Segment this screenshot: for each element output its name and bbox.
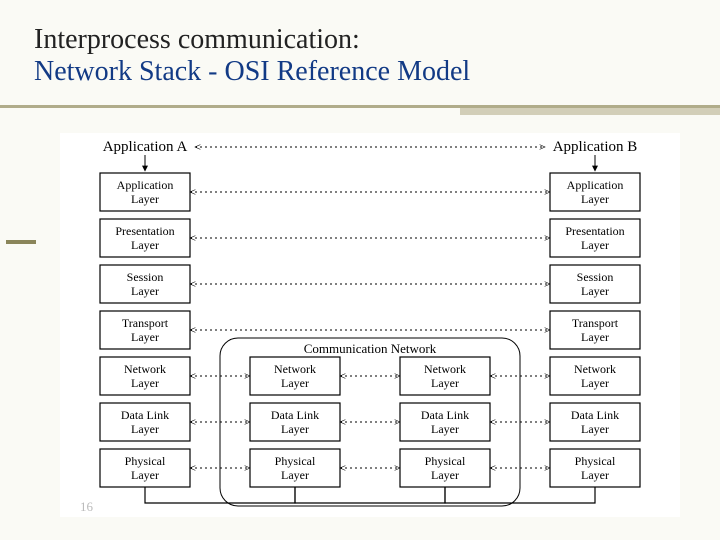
svg-text:Network: Network xyxy=(574,362,616,376)
svg-text:Layer: Layer xyxy=(581,238,609,252)
svg-text:Layer: Layer xyxy=(431,468,459,482)
right-stack: ApplicationLayer PresentationLayer Sessi… xyxy=(550,173,640,487)
svg-text:Physical: Physical xyxy=(275,454,316,468)
svg-text:Layer: Layer xyxy=(281,468,309,482)
svg-text:Data Link: Data Link xyxy=(271,408,319,422)
comm-network-label: Communication Network xyxy=(304,341,437,356)
left-stack: ApplicationLayer PresentationLayer Sessi… xyxy=(100,173,190,487)
svg-text:Network: Network xyxy=(424,362,466,376)
svg-text:Application: Application xyxy=(117,178,174,192)
svg-text:Layer: Layer xyxy=(581,376,609,390)
title-underline-shadow xyxy=(460,108,720,115)
svg-text:Presentation: Presentation xyxy=(115,224,174,238)
svg-text:Data Link: Data Link xyxy=(571,408,619,422)
svg-text:Layer: Layer xyxy=(281,376,309,390)
left-accent-bar xyxy=(6,240,36,244)
svg-text:Layer: Layer xyxy=(131,330,159,344)
endpoint-a-label: Application A xyxy=(103,139,188,155)
svg-text:Transport: Transport xyxy=(122,316,169,330)
title-line-1: Interprocess communication: xyxy=(34,24,674,56)
router-stack-2: NetworkLayer Data LinkLayer PhysicalLaye… xyxy=(400,357,490,487)
svg-text:Network: Network xyxy=(274,362,316,376)
svg-text:Network: Network xyxy=(124,362,166,376)
svg-text:Layer: Layer xyxy=(281,422,309,436)
svg-text:Physical: Physical xyxy=(575,454,616,468)
router-stack-1: NetworkLayer Data LinkLayer PhysicalLaye… xyxy=(250,357,340,487)
svg-text:Layer: Layer xyxy=(131,284,159,298)
page-number: 16 xyxy=(80,499,94,514)
svg-text:Application: Application xyxy=(567,178,624,192)
svg-text:Layer: Layer xyxy=(581,284,609,298)
osi-diagram: Application A Application B Communicatio… xyxy=(60,133,680,517)
svg-text:Layer: Layer xyxy=(131,468,159,482)
svg-text:Session: Session xyxy=(577,270,614,284)
svg-text:Layer: Layer xyxy=(131,238,159,252)
svg-text:Transport: Transport xyxy=(572,316,619,330)
peer-arrows-lower xyxy=(190,376,550,468)
svg-text:Layer: Layer xyxy=(431,376,459,390)
svg-text:Layer: Layer xyxy=(581,192,609,206)
title-line-2: Network Stack - OSI Reference Model xyxy=(34,56,674,88)
svg-text:Layer: Layer xyxy=(131,376,159,390)
endpoint-b-label: Application B xyxy=(553,139,638,155)
svg-text:Layer: Layer xyxy=(581,468,609,482)
svg-text:Physical: Physical xyxy=(125,454,166,468)
svg-text:Data Link: Data Link xyxy=(421,408,469,422)
svg-text:Layer: Layer xyxy=(581,422,609,436)
svg-text:Presentation: Presentation xyxy=(565,224,624,238)
svg-text:Layer: Layer xyxy=(431,422,459,436)
peer-arrows-upper xyxy=(190,192,550,330)
svg-text:Data Link: Data Link xyxy=(121,408,169,422)
svg-text:Layer: Layer xyxy=(131,192,159,206)
slide-title: Interprocess communication: Network Stac… xyxy=(34,24,674,88)
svg-text:Session: Session xyxy=(127,270,164,284)
svg-text:Physical: Physical xyxy=(425,454,466,468)
physical-link xyxy=(145,487,595,503)
svg-text:Layer: Layer xyxy=(581,330,609,344)
svg-text:Layer: Layer xyxy=(131,422,159,436)
